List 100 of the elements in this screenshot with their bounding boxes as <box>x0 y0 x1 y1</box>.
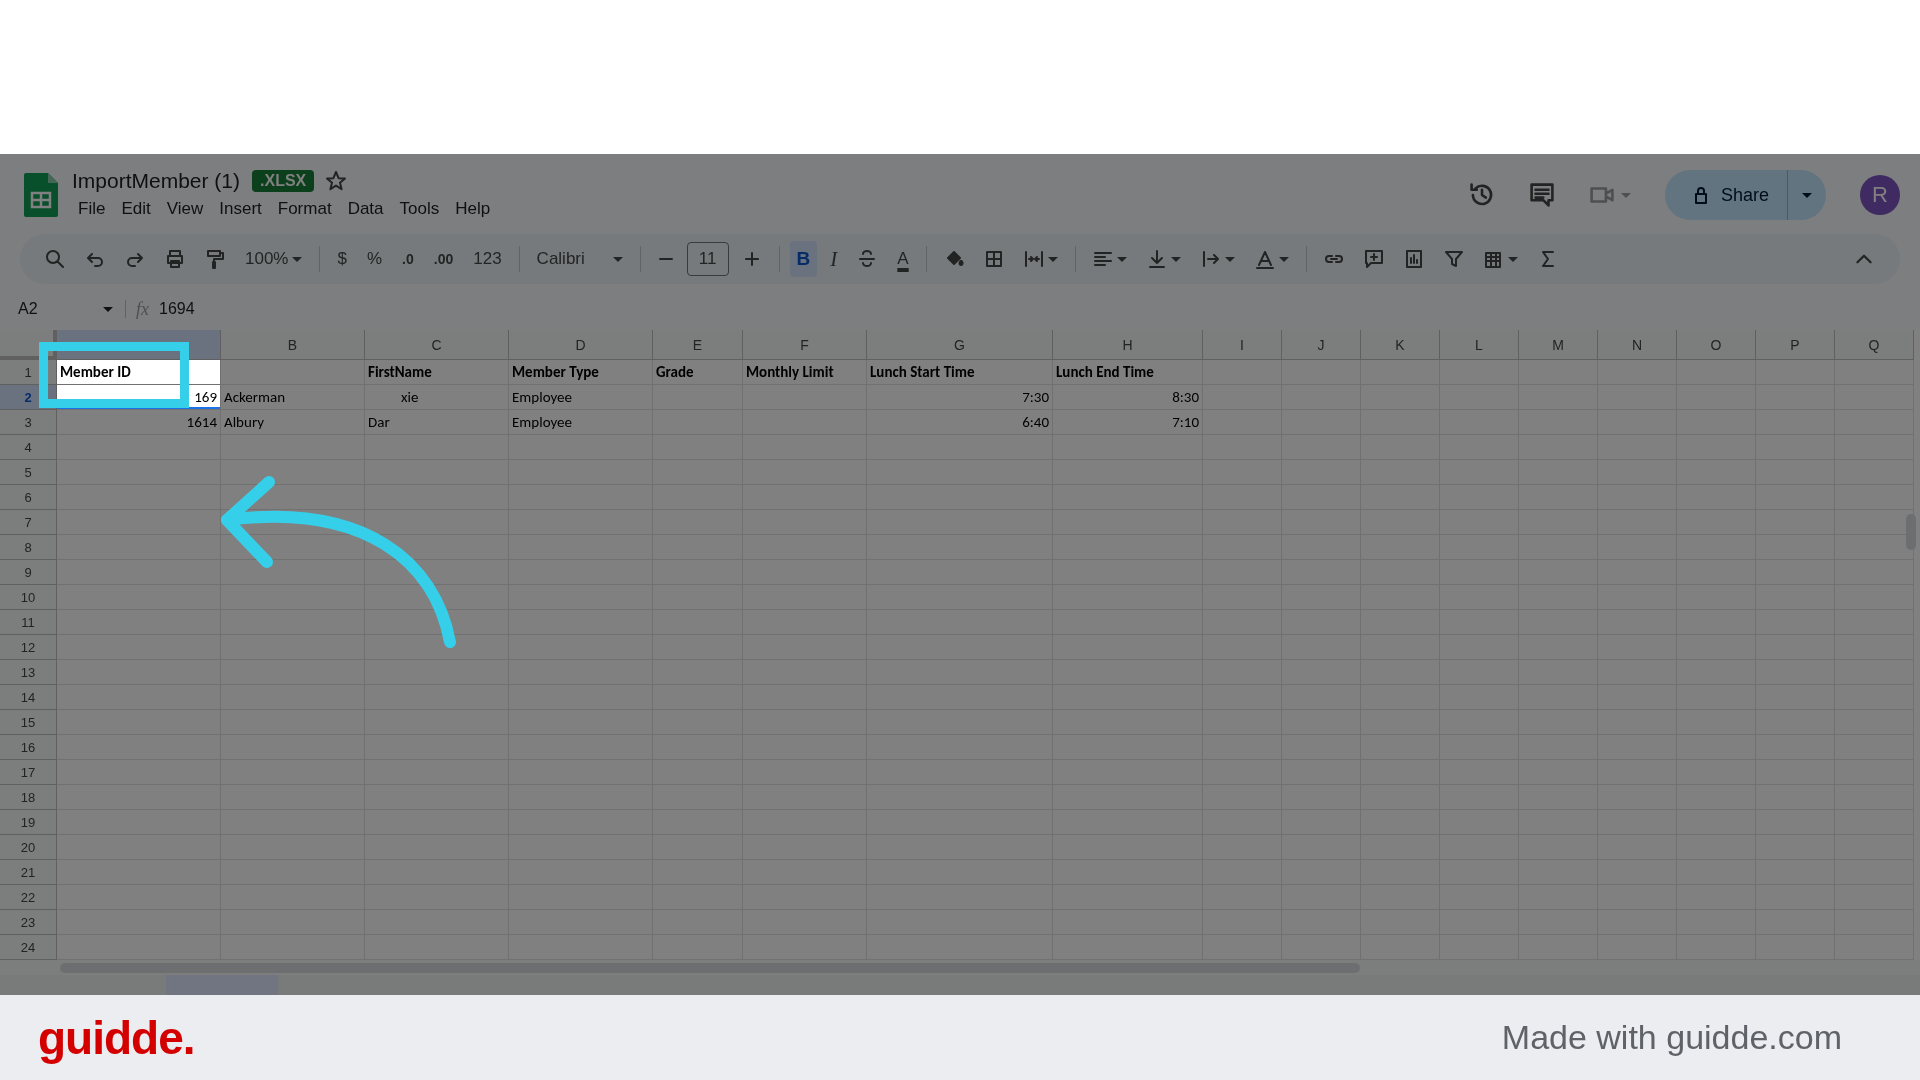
table-cell: Lunch End Time <box>1053 360 1203 385</box>
column-header[interactable]: O <box>1677 330 1756 360</box>
column-header[interactable]: H <box>1053 330 1203 360</box>
row-header[interactable]: 10 <box>0 585 57 610</box>
strikethrough-icon <box>857 249 878 269</box>
column-header[interactable]: Q <box>1835 330 1914 360</box>
table-cell: Monthly Limit <box>743 360 867 385</box>
row-header[interactable]: 12 <box>0 635 57 660</box>
row-header[interactable]: 18 <box>0 785 57 810</box>
search-icon <box>45 249 65 269</box>
spreadsheet-logo-icon[interactable] <box>24 173 58 217</box>
clock-icon <box>1468 182 1495 208</box>
formula-field[interactable]: 1694 <box>159 300 195 318</box>
credit-text: Made with guidde.com <box>1501 1018 1842 1057</box>
column-header[interactable]: E <box>653 330 743 360</box>
table-cell: Member ID <box>57 360 221 385</box>
dropdown-caret-icon <box>103 306 113 312</box>
dropdown-caret-icon <box>1507 256 1518 262</box>
column-header[interactable]: N <box>1598 330 1677 360</box>
menu-item[interactable]: Insert <box>213 197 268 221</box>
dropdown-caret-icon <box>292 256 303 262</box>
dropdown-caret-icon <box>1116 256 1127 262</box>
row-header[interactable]: 16 <box>0 735 57 760</box>
file-type-badge: .XLSX <box>252 170 315 192</box>
table-cell: Employee <box>509 385 653 410</box>
document-title[interactable]: ImportMember (1) <box>72 169 241 193</box>
column-header[interactable]: P <box>1756 330 1835 360</box>
comment-icon <box>1528 182 1555 208</box>
row-header[interactable]: 24 <box>0 935 57 960</box>
column-header[interactable]: L <box>1440 330 1519 360</box>
name-box[interactable]: A2 <box>16 300 126 318</box>
row-header[interactable]: 7 <box>0 510 57 535</box>
row-header[interactable]: 21 <box>0 860 57 885</box>
column-header[interactable]: G <box>867 330 1053 360</box>
menu-item[interactable]: Tools <box>393 197 446 221</box>
menu-item[interactable]: View <box>160 197 210 221</box>
row-header[interactable]: 5 <box>0 460 57 485</box>
column-header[interactable]: J <box>1282 330 1361 360</box>
table-cell: 7:30 <box>867 385 1053 410</box>
merge-icon <box>1023 249 1044 269</box>
column-header[interactable]: D <box>509 330 653 360</box>
format-button[interactable]: $ <box>330 241 354 277</box>
row-header[interactable]: 20 <box>0 835 57 860</box>
table-cell: 6:40 <box>867 410 1053 435</box>
table-icon <box>1483 249 1504 269</box>
menu-item[interactable]: Help <box>449 197 497 221</box>
down-arrow-icon <box>1146 249 1167 269</box>
printer-icon <box>165 249 185 269</box>
dropdown-caret-icon <box>1224 256 1235 262</box>
row-header[interactable]: 3 <box>0 410 57 435</box>
bold-button[interactable]: B <box>789 241 818 277</box>
format-button[interactable]: 123 <box>466 241 509 277</box>
table-cell: Lunch Start Time <box>867 360 1053 385</box>
dropdown-caret-icon <box>1802 192 1812 198</box>
row-header[interactable]: 22 <box>0 885 57 910</box>
row-header[interactable]: 15 <box>0 710 57 735</box>
column-header[interactable]: C <box>365 330 509 360</box>
star-icon[interactable] <box>326 171 347 191</box>
version-history-button[interactable] <box>1468 182 1495 208</box>
font-size-field[interactable]: 11 <box>686 242 729 276</box>
row-header[interactable]: 9 <box>0 560 57 585</box>
comments-button[interactable] <box>1528 182 1555 208</box>
paint-roller-icon <box>205 249 225 269</box>
decrease-decimal-button[interactable]: .0 <box>395 241 421 277</box>
row-header[interactable]: 13 <box>0 660 57 685</box>
filter-icon <box>1443 249 1464 269</box>
column-header[interactable]: F <box>743 330 867 360</box>
column-header[interactable]: M <box>1519 330 1598 360</box>
column-header[interactable]: B <box>221 330 365 360</box>
format-button[interactable]: % <box>359 241 390 277</box>
text-color-button[interactable]: A <box>890 241 916 277</box>
table-cell: 1614 <box>57 410 221 435</box>
dropdown-caret-icon <box>1620 192 1631 198</box>
grid-icon <box>983 249 1004 269</box>
menu-item[interactable]: Edit <box>115 197 157 221</box>
table-cell: FirstName <box>365 360 509 385</box>
row-header[interactable]: 8 <box>0 535 57 560</box>
row-header[interactable]: 6 <box>0 485 57 510</box>
menu-item[interactable]: File <box>72 197 112 221</box>
dropdown-caret-icon <box>1278 256 1289 262</box>
column-header[interactable]: I <box>1203 330 1282 360</box>
row-header[interactable]: 4 <box>0 435 57 460</box>
zoom-dropdown[interactable]: 100% <box>238 241 310 277</box>
menu-item[interactable]: Format <box>271 197 338 221</box>
font-dropdown[interactable]: Calibri <box>529 241 630 277</box>
menu-item[interactable]: Data <box>341 197 390 221</box>
account-avatar[interactable]: R <box>1860 175 1900 215</box>
column-header[interactable]: K <box>1361 330 1440 360</box>
add-comment-icon <box>1363 249 1384 269</box>
row-header[interactable]: 11 <box>0 610 57 635</box>
row-header[interactable]: 14 <box>0 685 57 710</box>
table-cell: Grade <box>653 360 743 385</box>
row-header[interactable]: 17 <box>0 760 57 785</box>
wrap-icon <box>1200 249 1221 269</box>
increase-decimal-button[interactable]: .00 <box>426 241 461 277</box>
table-cell: Member Type <box>509 360 653 385</box>
dropdown-caret-icon <box>1170 256 1181 262</box>
italic-button[interactable]: I <box>823 241 845 277</box>
row-header[interactable]: 19 <box>0 810 57 835</box>
row-header[interactable]: 23 <box>0 910 57 935</box>
